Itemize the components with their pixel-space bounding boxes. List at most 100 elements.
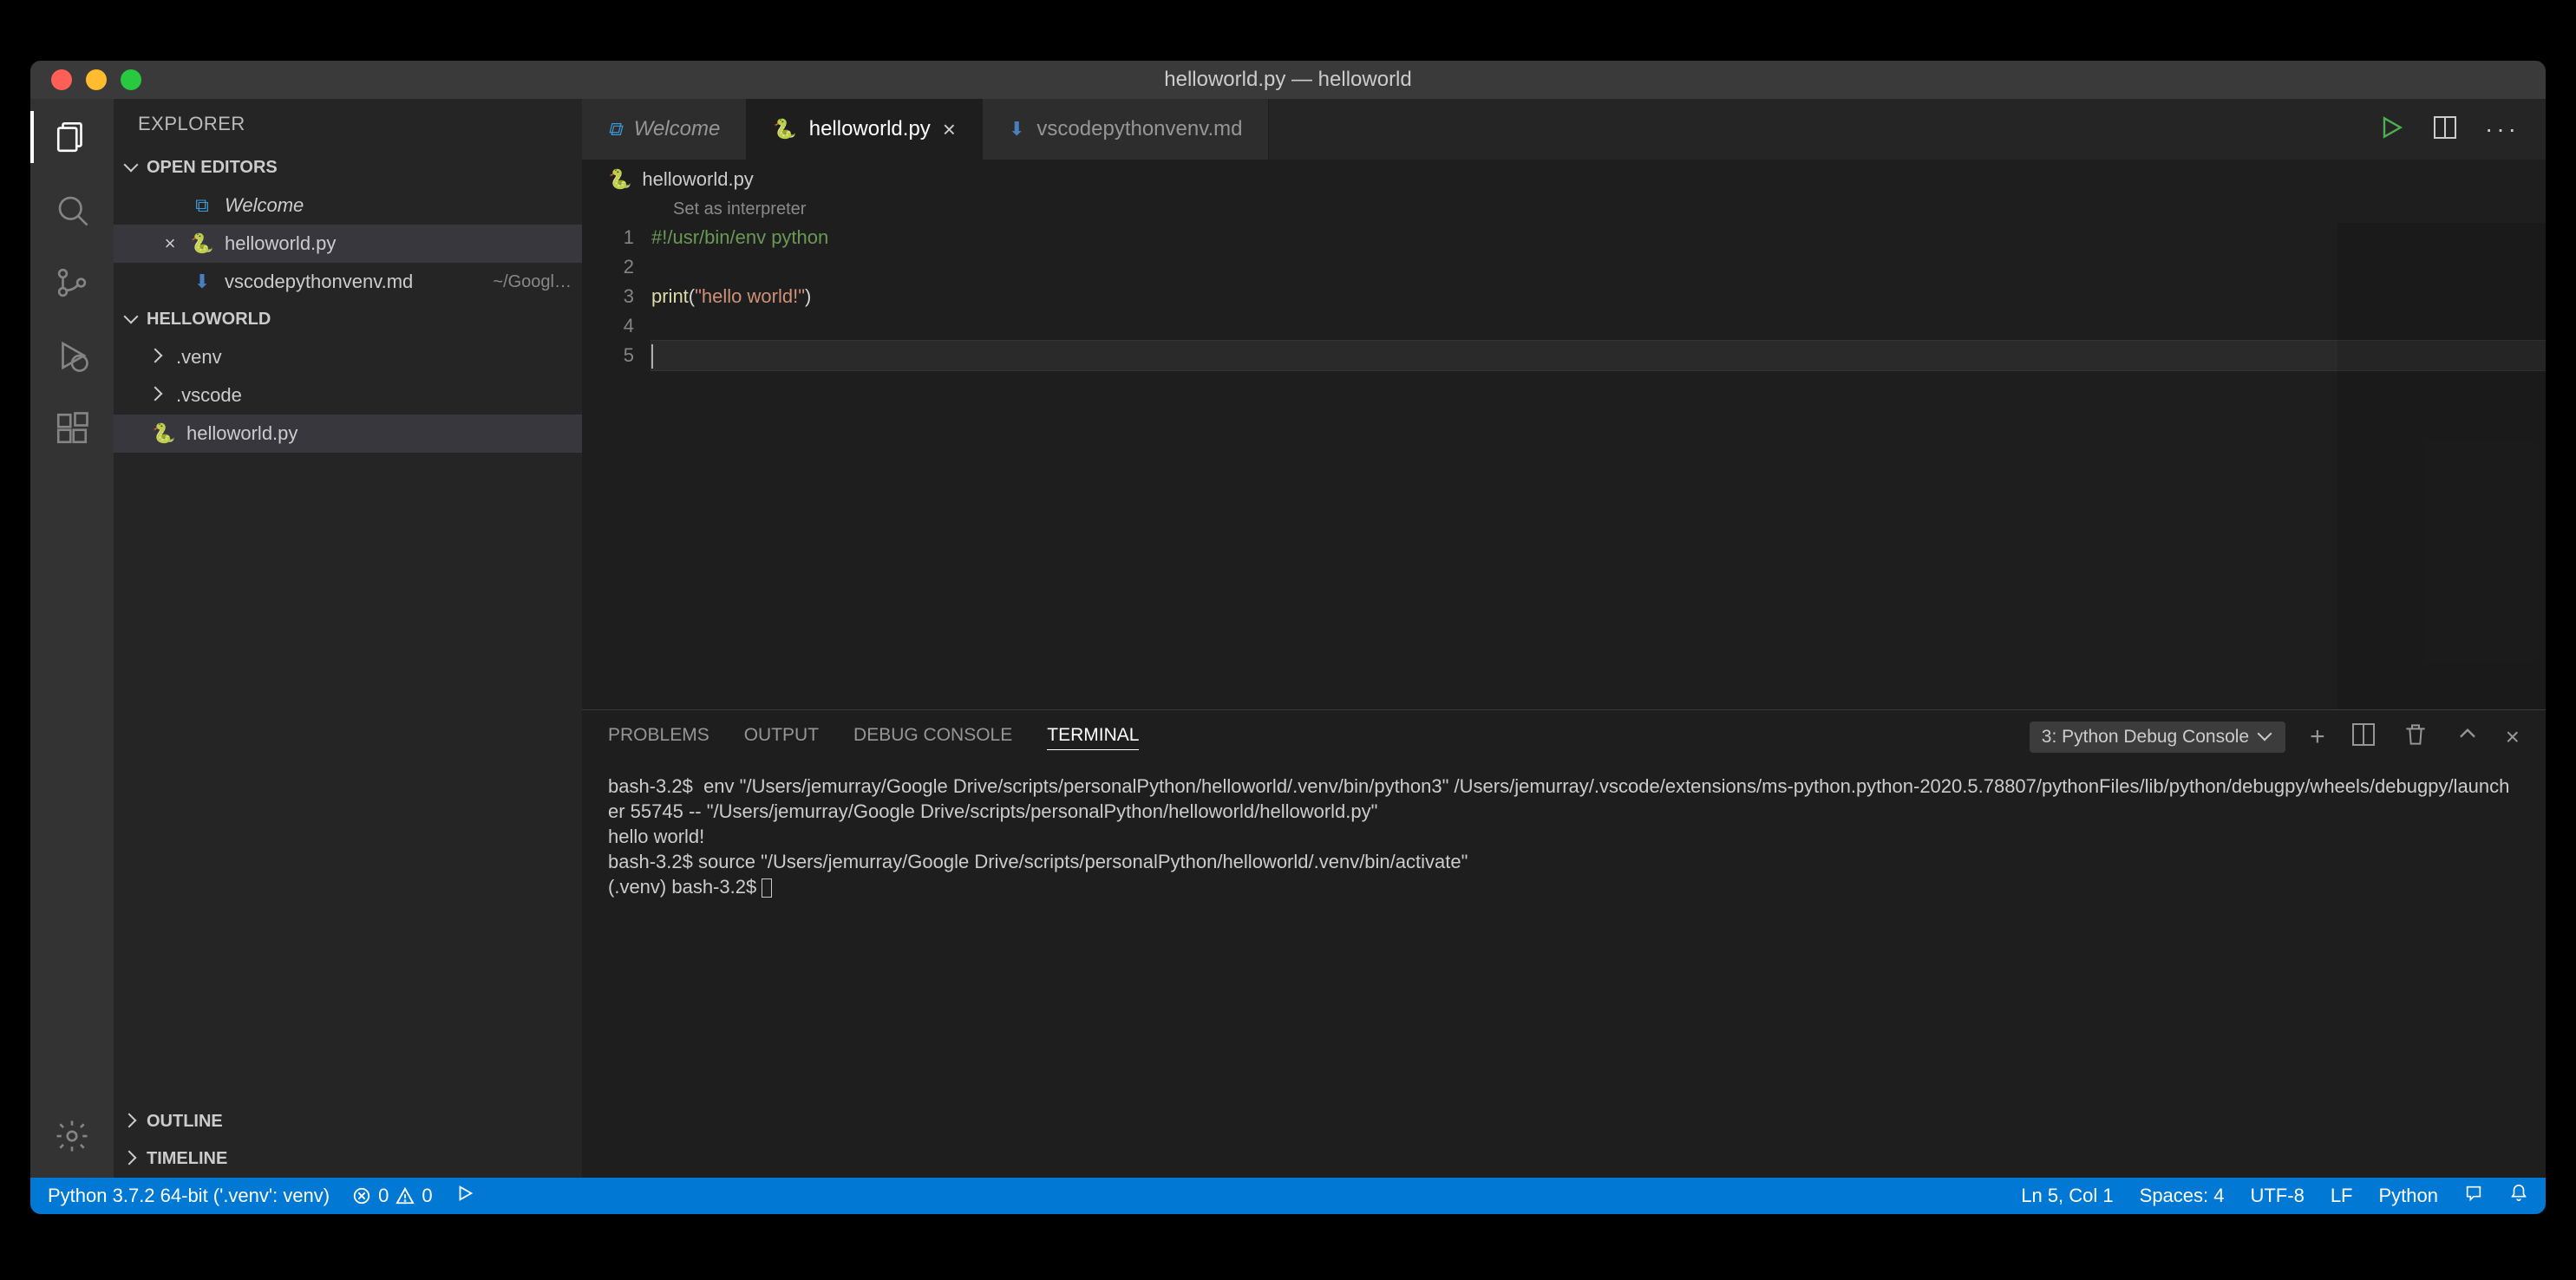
- status-errors: 0: [378, 1185, 389, 1207]
- timeline-header[interactable]: TIMELINE: [114, 1140, 582, 1178]
- outline-header[interactable]: OUTLINE: [114, 1103, 582, 1140]
- line-gutter: 12345: [582, 223, 651, 709]
- open-editors-list: ⧉Welcome×🐍helloworld.py⬇vscodepythonvenv…: [114, 186, 582, 301]
- split-terminal-icon[interactable]: [2350, 721, 2377, 754]
- folder-item[interactable]: 🐍helloworld.py: [114, 415, 582, 453]
- chevron-right-icon: [152, 389, 166, 402]
- file-icon: 🐍: [190, 232, 214, 256]
- status-problems[interactable]: 0 0: [352, 1185, 433, 1207]
- source-control-activity-icon[interactable]: [51, 262, 93, 304]
- line-number: 4: [582, 311, 634, 341]
- run-icon[interactable]: [2377, 114, 2405, 146]
- line-number: 1: [582, 223, 634, 252]
- file-icon: ⬇: [1009, 118, 1024, 140]
- outline-label: OUTLINE: [147, 1112, 223, 1132]
- vscode-window: helloworld.py — helloworld EXPLOR: [30, 61, 2546, 1214]
- status-cursor[interactable]: Ln 5, Col 1: [2021, 1185, 2113, 1207]
- split-editor-icon[interactable]: [2431, 114, 2459, 146]
- chevron-down-icon: [126, 161, 140, 175]
- terminal-output[interactable]: bash-3.2$ env "/Users/jemurray/Google Dr…: [582, 764, 2546, 1178]
- folder-list: .venv .vscode🐍helloworld.py: [114, 338, 582, 453]
- status-spaces[interactable]: Spaces: 4: [2140, 1185, 2225, 1207]
- panel-tab-terminal[interactable]: TERMINAL: [1047, 725, 1139, 750]
- editor-cursor: [651, 344, 653, 369]
- close-window-button[interactable]: [51, 69, 72, 90]
- python-file-icon: 🐍: [608, 168, 631, 191]
- code-line[interactable]: #!/usr/bin/env python: [651, 223, 2546, 252]
- code-line[interactable]: [651, 341, 2546, 370]
- folder-item-label: .venv: [176, 346, 222, 369]
- titlebar[interactable]: helloworld.py — helloworld: [30, 61, 2546, 99]
- more-actions-icon[interactable]: ···: [2485, 115, 2520, 143]
- close-editor-icon[interactable]: ×: [160, 232, 180, 255]
- maximize-panel-icon[interactable]: [2454, 721, 2481, 754]
- new-terminal-icon[interactable]: +: [2310, 722, 2325, 752]
- maximize-window-button[interactable]: [121, 69, 141, 90]
- folder-label: HELLOWORLD: [147, 310, 271, 330]
- editor-tab[interactable]: ⬇ vscodepythonvenv.md: [983, 99, 1269, 160]
- file-icon: 🐍: [773, 118, 796, 140]
- file-icon: ⧉: [608, 118, 622, 140]
- file-icon: ⬇: [190, 270, 214, 294]
- editor-tabs: ⧉ Welcome 🐍 helloworld.py × ⬇ vscodepythonvenv…: [582, 99, 2546, 160]
- open-editor-item[interactable]: ×🐍helloworld.py: [114, 225, 582, 263]
- breadcrumb-label: helloworld.py: [642, 168, 753, 191]
- folder-item[interactable]: .vscode: [114, 376, 582, 415]
- folder-header[interactable]: HELLOWORLD: [114, 301, 582, 338]
- status-python[interactable]: Python 3.7.2 64-bit ('.venv': venv): [48, 1185, 330, 1207]
- editor-tab[interactable]: 🐍 helloworld.py ×: [747, 99, 983, 160]
- chevron-right-icon: [126, 1153, 140, 1166]
- timeline-label: TIMELINE: [147, 1149, 227, 1169]
- panel-tab-debug-console[interactable]: DEBUG CONSOLE: [853, 725, 1012, 750]
- line-number: 5: [582, 341, 634, 370]
- code-line[interactable]: print("hello world!"): [651, 282, 2546, 311]
- editor-group: ⧉ Welcome 🐍 helloworld.py × ⬇ vscodepythonvenv…: [582, 99, 2546, 1178]
- close-tab-icon[interactable]: ×: [943, 116, 956, 143]
- minimize-window-button[interactable]: [86, 69, 107, 90]
- open-editor-item[interactable]: ⬇ vscodepythonvenv.md ~/Googl…: [114, 263, 582, 301]
- open-editors-label: OPEN EDITORS: [147, 158, 278, 178]
- open-editor-path: ~/Googl…: [493, 272, 572, 292]
- terminal-selector-label: 3: Python Debug Console: [2042, 727, 2249, 748]
- explorer-activity-icon[interactable]: [51, 116, 93, 158]
- bottom-panel: PROBLEMS OUTPUT DEBUG CONSOLE TERMINAL 3: P…: [582, 709, 2546, 1178]
- code-body[interactable]: #!/usr/bin/env python print("hello world!…: [651, 223, 2546, 709]
- open-editors-header[interactable]: OPEN EDITORS: [114, 149, 582, 186]
- status-language[interactable]: Python: [2379, 1185, 2439, 1207]
- tab-label: vscodepythonvenv.md: [1036, 117, 1242, 141]
- code-line[interactable]: [651, 252, 2546, 282]
- kill-terminal-icon[interactable]: [2402, 721, 2429, 754]
- chevron-right-icon: [152, 350, 166, 364]
- tab-label: helloworld.py: [809, 117, 931, 141]
- open-editor-item[interactable]: ⧉Welcome: [114, 186, 582, 225]
- folder-item[interactable]: .venv: [114, 338, 582, 376]
- status-feedback-icon[interactable]: [2464, 1184, 2483, 1208]
- status-notifications-icon[interactable]: [2509, 1184, 2528, 1208]
- debug-activity-icon[interactable]: [51, 335, 93, 376]
- code-line[interactable]: [651, 311, 2546, 341]
- status-warnings: 0: [422, 1185, 432, 1207]
- file-icon: 🐍: [152, 421, 176, 446]
- line-number: 3: [582, 282, 634, 311]
- code-editor[interactable]: 12345 #!/usr/bin/env python print("hello …: [582, 223, 2546, 709]
- search-activity-icon[interactable]: [51, 189, 93, 231]
- sidebar-title: EXPLORER: [114, 99, 582, 149]
- minimap[interactable]: [2337, 223, 2546, 709]
- terminal-cursor: [762, 878, 772, 898]
- status-eol[interactable]: LF: [2331, 1185, 2353, 1207]
- breadcrumb[interactable]: 🐍 helloworld.py: [582, 160, 2546, 199]
- editor-tab[interactable]: ⧉ Welcome: [582, 99, 747, 160]
- window-body: EXPLORER OPEN EDITORS ⧉Welcome×🐍hellowor…: [30, 99, 2546, 1178]
- close-panel-icon[interactable]: ×: [2506, 723, 2520, 751]
- tab-label: Welcome: [634, 117, 721, 141]
- status-encoding[interactable]: UTF-8: [2250, 1185, 2304, 1207]
- codelens-set-interpreter[interactable]: Set as interpreter: [582, 199, 2546, 223]
- settings-gear-icon[interactable]: [51, 1115, 93, 1157]
- terminal-selector[interactable]: 3: Python Debug Console: [2030, 722, 2285, 753]
- open-editor-label: vscodepythonvenv.md: [225, 271, 413, 293]
- panel-tab-output[interactable]: OUTPUT: [744, 725, 819, 750]
- panel-tab-problems[interactable]: PROBLEMS: [608, 725, 709, 750]
- status-debug-start-icon[interactable]: [455, 1184, 474, 1208]
- line-number: 2: [582, 252, 634, 282]
- extensions-activity-icon[interactable]: [51, 408, 93, 449]
